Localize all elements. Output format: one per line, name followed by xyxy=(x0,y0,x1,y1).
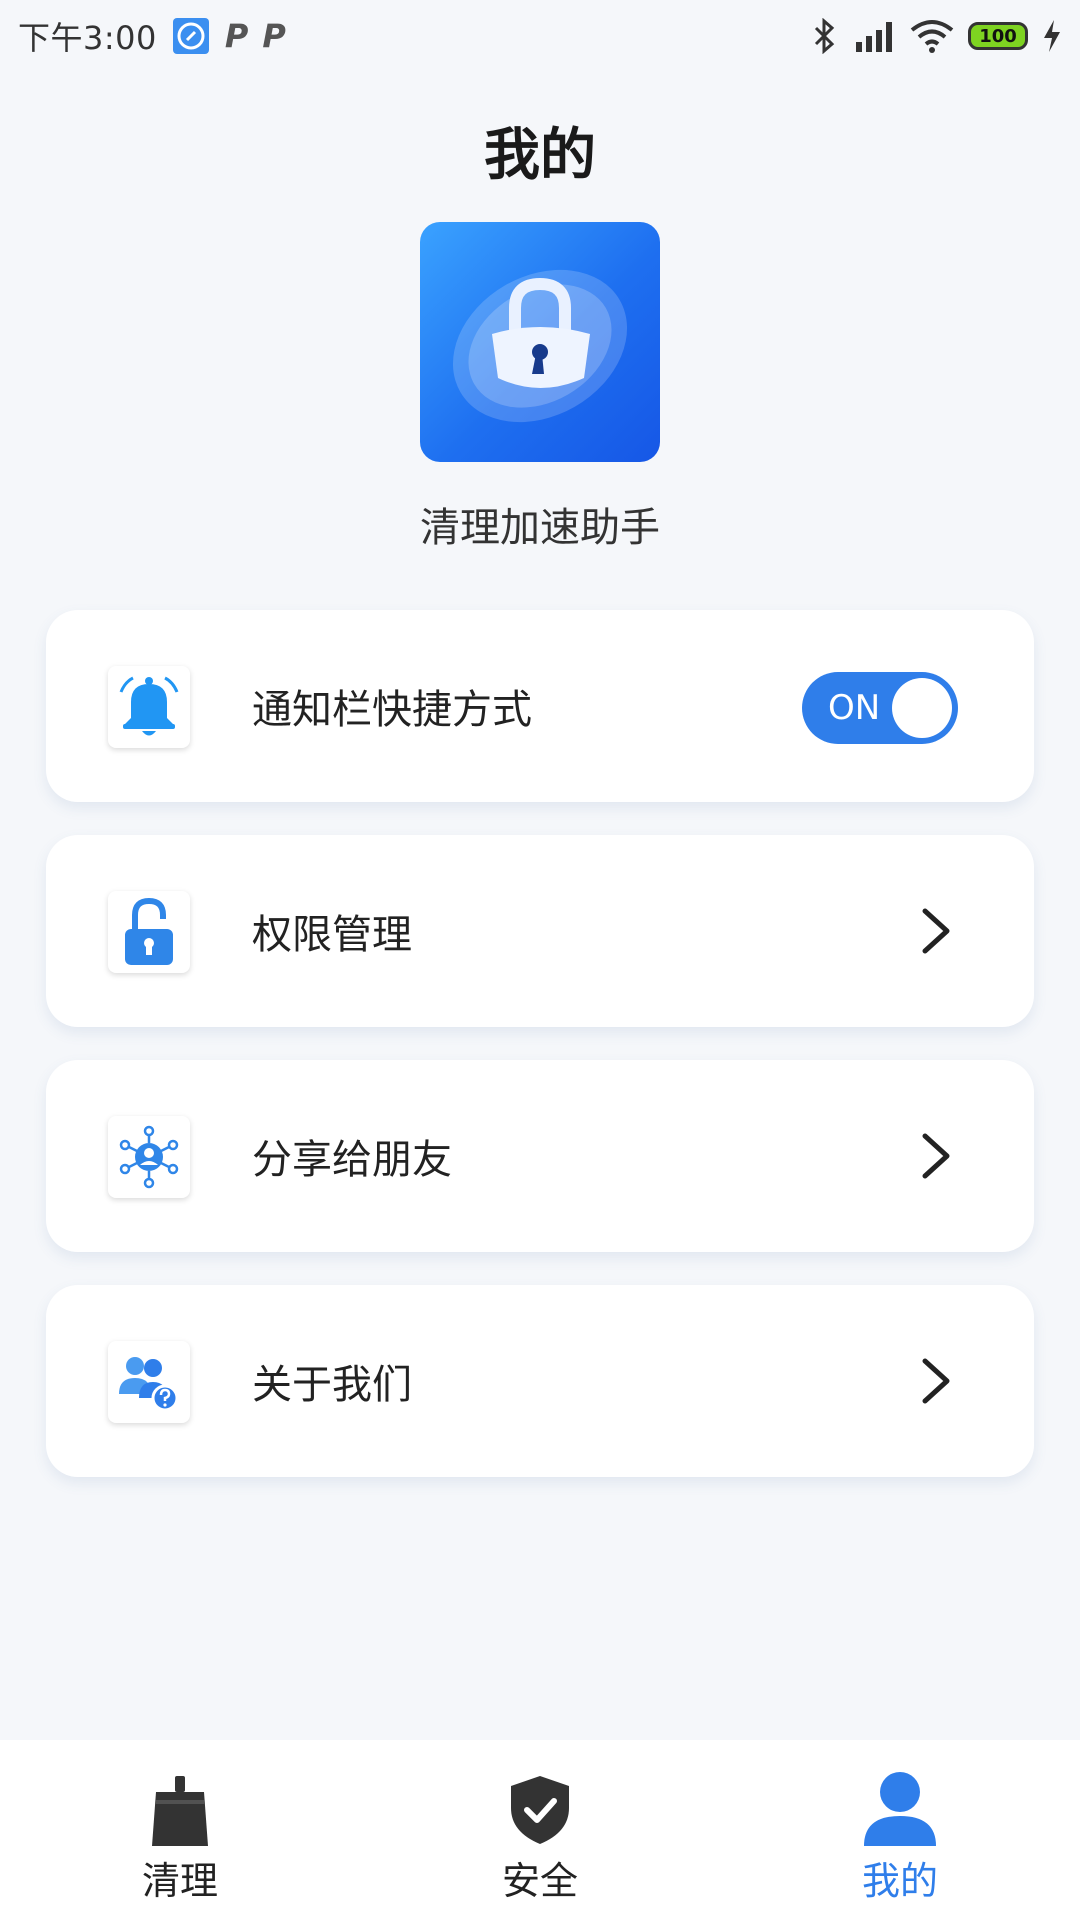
charging-icon xyxy=(1042,19,1062,53)
page-title: 我的 xyxy=(484,123,596,188)
chevron-right-icon xyxy=(908,903,964,959)
unlock-icon xyxy=(108,891,190,973)
menu-item-permission-management[interactable]: 权限管理 xyxy=(46,835,1034,1027)
chevron-right-icon xyxy=(908,1128,964,1184)
bottom-navigation: 清理 安全 我的 xyxy=(0,1740,1080,1920)
user-icon xyxy=(860,1766,940,1846)
app-name: 清理加速助手 xyxy=(420,505,660,551)
toggle-state-label: ON xyxy=(828,688,881,728)
status-bar: 下午3:00 P P 100 xyxy=(0,0,1080,72)
battery-indicator: 100 xyxy=(968,22,1028,50)
p-notification-icon-2: P xyxy=(262,17,286,55)
app-notification-icon xyxy=(171,16,211,56)
signal-icon xyxy=(852,18,896,54)
status-right: 100 xyxy=(812,18,1062,54)
nav-label: 安全 xyxy=(501,1859,578,1903)
nav-label: 清理 xyxy=(141,1859,218,1903)
menu-item-about-us[interactable]: 关于我们 xyxy=(46,1285,1034,1477)
chevron-right-icon xyxy=(908,1353,964,1409)
shield-check-icon xyxy=(500,1766,580,1846)
menu-item-share-to-friends[interactable]: 分享给朋友 xyxy=(46,1060,1034,1252)
status-time: 下午3:00 xyxy=(18,19,157,57)
lock-logo-icon xyxy=(452,269,628,423)
menu-item-label: 关于我们 xyxy=(252,1362,412,1408)
share-network-icon xyxy=(108,1116,190,1198)
nav-item-clean[interactable]: 清理 xyxy=(0,1740,360,1920)
nav-label: 我的 xyxy=(861,1859,938,1903)
menu-item-label: 权限管理 xyxy=(252,912,412,958)
nav-item-mine[interactable]: 我的 xyxy=(720,1740,1080,1920)
users-help-icon xyxy=(108,1341,190,1423)
broom-icon xyxy=(140,1766,220,1846)
bluetooth-icon xyxy=(812,18,838,54)
menu-item-label: 分享给朋友 xyxy=(252,1137,452,1183)
bell-icon xyxy=(108,666,190,748)
status-left: 下午3:00 P P xyxy=(18,13,286,59)
menu-item-notification-shortcut[interactable]: 通知栏快捷方式 ON xyxy=(46,610,1034,802)
nav-item-security[interactable]: 安全 xyxy=(360,1740,720,1920)
menu-item-label: 通知栏快捷方式 xyxy=(252,687,532,733)
wifi-icon xyxy=(910,18,954,54)
notification-toggle[interactable]: ON xyxy=(802,672,958,744)
toggle-knob xyxy=(892,678,952,738)
app-logo xyxy=(420,222,660,462)
p-notification-icon: P xyxy=(224,17,249,55)
